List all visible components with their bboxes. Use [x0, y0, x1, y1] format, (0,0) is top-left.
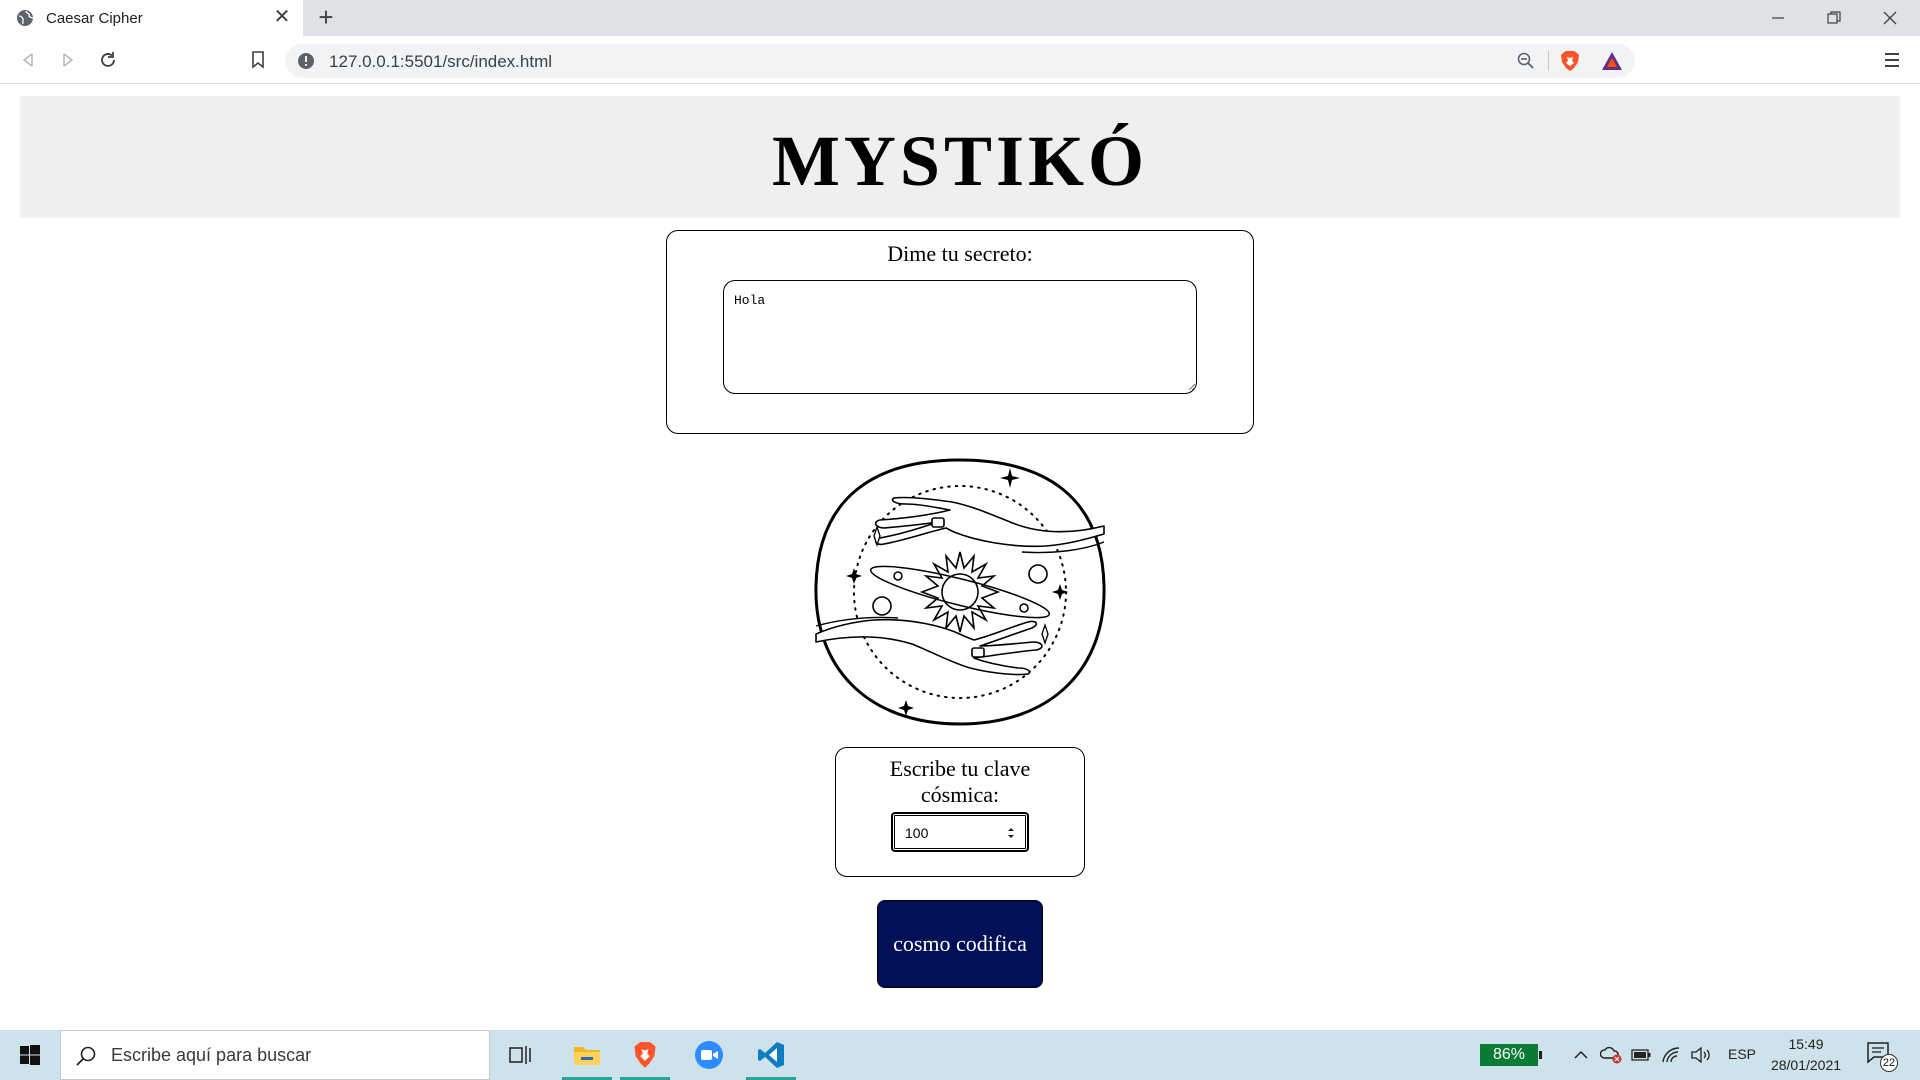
- start-button[interactable]: [0, 1030, 60, 1080]
- url-text[interactable]: 127.0.0.1:5501/src/index.html: [329, 52, 552, 72]
- file-explorer-taskbar-button[interactable]: [558, 1030, 616, 1080]
- secret-input-card: Dime tu secreto: Hola: [666, 230, 1254, 434]
- task-view-icon: [509, 1046, 531, 1064]
- zoom-out-icon[interactable]: [1517, 52, 1535, 70]
- bookmark-button[interactable]: [246, 48, 270, 72]
- resize-grip-icon[interactable]: [1186, 381, 1196, 391]
- forward-arrow-icon: [63, 53, 73, 67]
- cosmic-key-value: 100: [905, 825, 929, 841]
- onedrive-tray-button[interactable]: [1600, 1044, 1622, 1066]
- cosmic-key-card: Escribe tu clave cósmica: 100: [835, 747, 1085, 877]
- chevron-up-icon: [1574, 1050, 1588, 1059]
- battery-percent-badge[interactable]: 86%: [1480, 1044, 1542, 1066]
- page-title: MYSTIKÓ: [771, 120, 1149, 201]
- task-view-button[interactable]: [491, 1030, 549, 1080]
- site-info-icon[interactable]: [297, 52, 315, 70]
- wifi-icon: [1662, 1047, 1680, 1063]
- minimize-button[interactable]: [1750, 0, 1806, 36]
- taskbar-clock[interactable]: 15:49 28/01/2021: [1766, 1034, 1846, 1076]
- notification-count-badge: 22: [1880, 1054, 1898, 1072]
- page-header: MYSTIKÓ: [20, 96, 1900, 218]
- browser-toolbar: 127.0.0.1:5501/src/index.html: [0, 36, 1920, 84]
- secret-label: Dime tu secreto:: [887, 241, 1033, 266]
- bookmark-icon: [252, 51, 264, 69]
- number-spinner-icon[interactable]: [1007, 826, 1015, 840]
- clock-time: 15:49: [1788, 1036, 1824, 1052]
- cosmo-codifica-button[interactable]: cosmo codifica: [877, 900, 1043, 988]
- close-icon: [1883, 11, 1897, 25]
- restore-button[interactable]: [1806, 0, 1862, 36]
- omnibox-divider: [1548, 51, 1549, 71]
- brave-taskbar-button[interactable]: [616, 1030, 674, 1080]
- brave-browser-icon: [634, 1042, 656, 1068]
- action-center-button[interactable]: 22: [1866, 1041, 1898, 1072]
- battery-tray-button[interactable]: [1630, 1044, 1652, 1066]
- cosmic-key-input[interactable]: 100: [891, 812, 1029, 852]
- browser-menu-icon[interactable]: [1882, 48, 1902, 72]
- brave-rewards-icon[interactable]: [1601, 51, 1623, 71]
- page-content: MYSTIKÓ Dime tu secreto: Hola Escribe tu…: [0, 84, 1920, 1030]
- back-button[interactable]: [16, 48, 40, 72]
- search-icon: [76, 1046, 96, 1066]
- taskbar-search-box[interactable]: Escribe aquí para buscar: [60, 1030, 490, 1080]
- show-hidden-icons-button[interactable]: [1570, 1044, 1592, 1066]
- new-tab-button[interactable]: +: [312, 4, 340, 32]
- tab-close-icon[interactable]: ✕: [271, 6, 293, 28]
- zoom-taskbar-button[interactable]: [680, 1030, 738, 1080]
- reload-icon: [101, 52, 115, 67]
- clock-date: 28/01/2021: [1770, 1057, 1842, 1073]
- key-label: Escribe tu clave cósmica:: [889, 756, 1031, 807]
- volume-tray-button[interactable]: [1690, 1044, 1712, 1066]
- restore-icon: [1827, 11, 1841, 24]
- network-tray-button[interactable]: [1660, 1044, 1682, 1066]
- minimize-icon: [1772, 17, 1784, 19]
- close-window-button[interactable]: [1862, 0, 1918, 36]
- address-bar[interactable]: 127.0.0.1:5501/src/index.html: [285, 44, 1635, 78]
- brave-shields-icon[interactable]: [1559, 50, 1581, 72]
- battery-icon: [1631, 1049, 1651, 1061]
- zoom-icon: [695, 1041, 723, 1069]
- input-language-indicator[interactable]: ESP: [1728, 1046, 1756, 1062]
- back-arrow-icon: [23, 53, 33, 67]
- globe-icon: [17, 10, 34, 26]
- browser-tab-strip: Caesar Cipher ✕ +: [0, 0, 1920, 36]
- speaker-icon: [1691, 1047, 1710, 1063]
- forward-button[interactable]: [56, 48, 80, 72]
- onedrive-error-icon: [1600, 1046, 1622, 1064]
- tab-title: Caesar Cipher: [46, 9, 143, 27]
- file-explorer-icon: [574, 1047, 600, 1065]
- vscode-icon: [758, 1042, 784, 1068]
- secret-textarea[interactable]: Hola: [723, 280, 1197, 394]
- mystic-hands-sun-emblem: [814, 458, 1106, 726]
- browser-tab[interactable]: Caesar Cipher ✕: [0, 0, 303, 36]
- search-placeholder: Escribe aquí para buscar: [111, 1045, 312, 1065]
- windows-logo-icon: [20, 1045, 40, 1065]
- reload-button[interactable]: [96, 48, 120, 72]
- vscode-taskbar-button[interactable]: [742, 1030, 800, 1080]
- windows-taskbar: Escribe aquí para buscar 86% ESP 15:49 2…: [0, 1030, 1920, 1080]
